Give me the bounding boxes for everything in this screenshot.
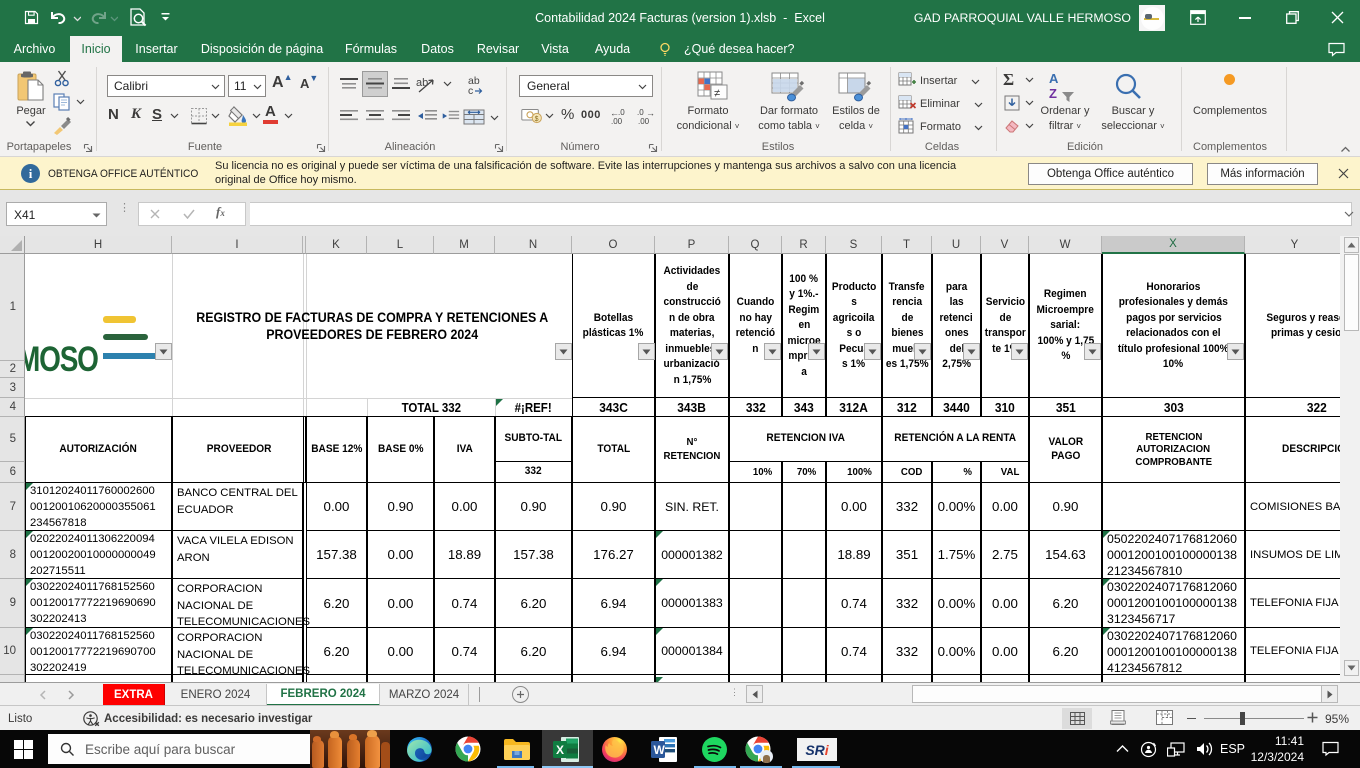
svg-text:W: W bbox=[654, 743, 666, 757]
svg-text:.00: .00 bbox=[638, 117, 650, 125]
svg-text:Z: Z bbox=[1049, 86, 1057, 101]
svg-text:.0: .0 bbox=[618, 108, 625, 117]
svg-text:A: A bbox=[1049, 71, 1059, 86]
svg-text:.00: .00 bbox=[611, 117, 623, 125]
svg-text:.0: .0 bbox=[637, 108, 644, 117]
svg-text:c: c bbox=[468, 85, 473, 96]
svg-text:X: X bbox=[556, 743, 564, 757]
svg-text:≠: ≠ bbox=[714, 88, 720, 100]
svg-text:$: $ bbox=[535, 116, 539, 123]
svg-text:ab: ab bbox=[416, 77, 428, 89]
